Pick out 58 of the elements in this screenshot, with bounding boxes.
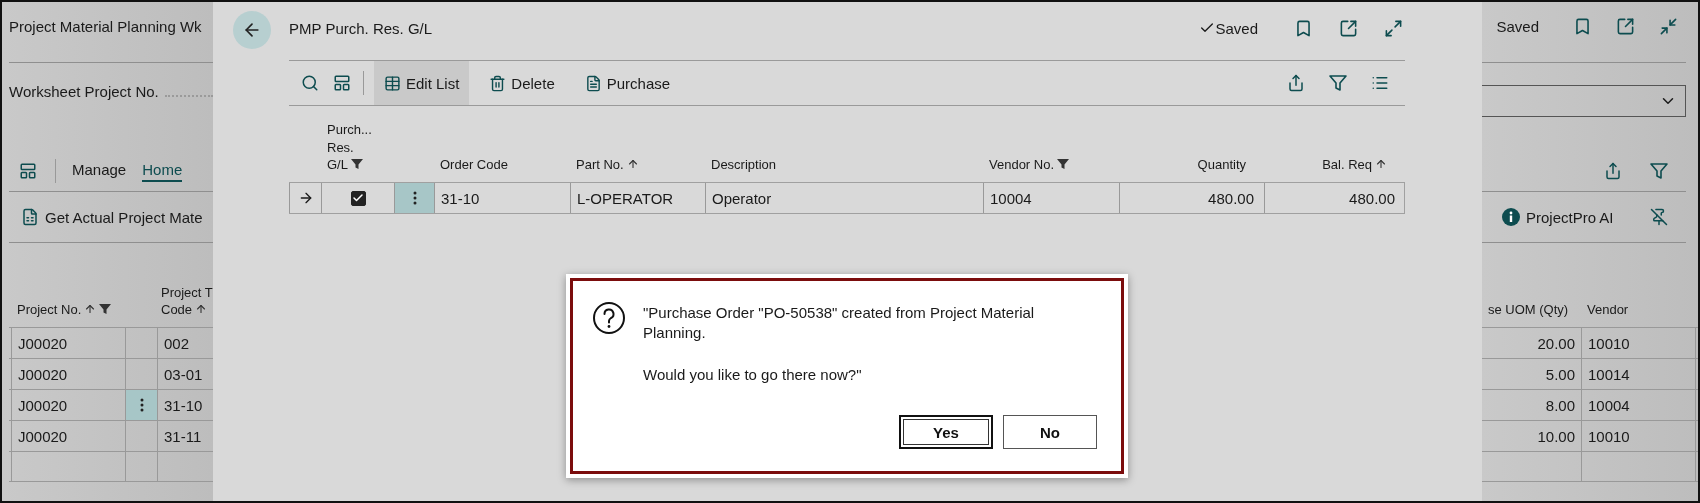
dialog-button[interactable]: Yes <box>899 415 993 449</box>
column-header: Vendor No. <box>989 157 1055 173</box>
panel-title: PMP Purch. Res. G/L <box>289 19 434 37</box>
column-header: se UOM (Qty) <box>1488 302 1569 318</box>
spreadsheet-icon <box>21 208 39 226</box>
column-header: Part No. <box>576 157 624 173</box>
column-header: Project T Code <box>161 284 213 318</box>
column-header: Purch... Res. G/L <box>327 122 372 173</box>
column-header: Project No. <box>17 302 82 318</box>
info-icon <box>1502 208 1520 226</box>
column-header: Description <box>711 157 777 173</box>
dialog-button[interactable]: No <box>1003 415 1097 449</box>
checkbox[interactable] <box>350 190 366 206</box>
table-cell-text: 20.00 <box>1536 333 1576 354</box>
table-cell: 31-10 <box>434 183 570 213</box>
more-icon <box>139 398 144 412</box>
table-cell: J00020 <box>11 421 125 451</box>
table-cell-text: 8.00 <box>1544 395 1576 416</box>
dropdown-field[interactable] <box>1482 85 1686 117</box>
toolbar-button[interactable]: Edit List <box>374 61 470 105</box>
table-cell: L-OPERATOR <box>570 183 705 213</box>
saved-status: Saved <box>1496 17 1539 35</box>
table-cell: 10004 <box>1581 390 1695 420</box>
table-cell-text: 5.00 <box>1544 364 1576 385</box>
column-header: Bal. Req <box>1322 157 1372 173</box>
column-header: Vendor <box>1587 302 1629 318</box>
question-icon <box>592 301 626 335</box>
table-cell: J00020 <box>11 328 125 358</box>
filter-icon[interactable] <box>1327 72 1349 94</box>
action-tab[interactable]: Manage <box>72 159 127 182</box>
back-button[interactable] <box>233 11 271 49</box>
field-label: Worksheet Project No. <box>9 83 159 100</box>
unpin-icon[interactable] <box>1648 206 1670 228</box>
toolbar-button[interactable]: Delete <box>479 61 565 105</box>
table-cell: 10004 <box>983 183 1119 213</box>
dialog-message: Would you like to go there now?" <box>643 364 863 385</box>
table-cell: 480.00 <box>1264 183 1405 213</box>
table-cell: 480.00 <box>1119 183 1264 213</box>
table-cell-text: 10.00 <box>1536 426 1576 447</box>
document-icon <box>584 74 602 92</box>
ai-button[interactable]: ProjectPro AI <box>1502 204 1614 230</box>
table-cell: J00020 <box>11 359 125 389</box>
page-title: Project Material Planning Wk <box>9 17 202 35</box>
more-icon <box>412 191 417 205</box>
get-actual-button[interactable]: Get Actual Project Mate <box>21 204 203 230</box>
table-edit-icon <box>384 74 401 92</box>
column-header: Quantity <box>1197 157 1246 173</box>
table-cell: 10010 <box>1581 421 1695 451</box>
trash-icon <box>489 74 507 92</box>
toolbar-button[interactable]: Purchase <box>574 61 681 105</box>
checkmark-icon <box>352 192 364 204</box>
saved-status: Saved <box>1215 19 1258 37</box>
table-cell: Operator <box>705 183 983 213</box>
action-tab[interactable]: Home <box>142 159 183 182</box>
table-cell: 10014 <box>1581 359 1695 389</box>
column-header: Order Code <box>440 157 508 173</box>
dialog-message: "Purchase Order "PO-50538" created from Project Material Planning. <box>643 303 1036 344</box>
table-cell: 10010 <box>1581 328 1695 358</box>
